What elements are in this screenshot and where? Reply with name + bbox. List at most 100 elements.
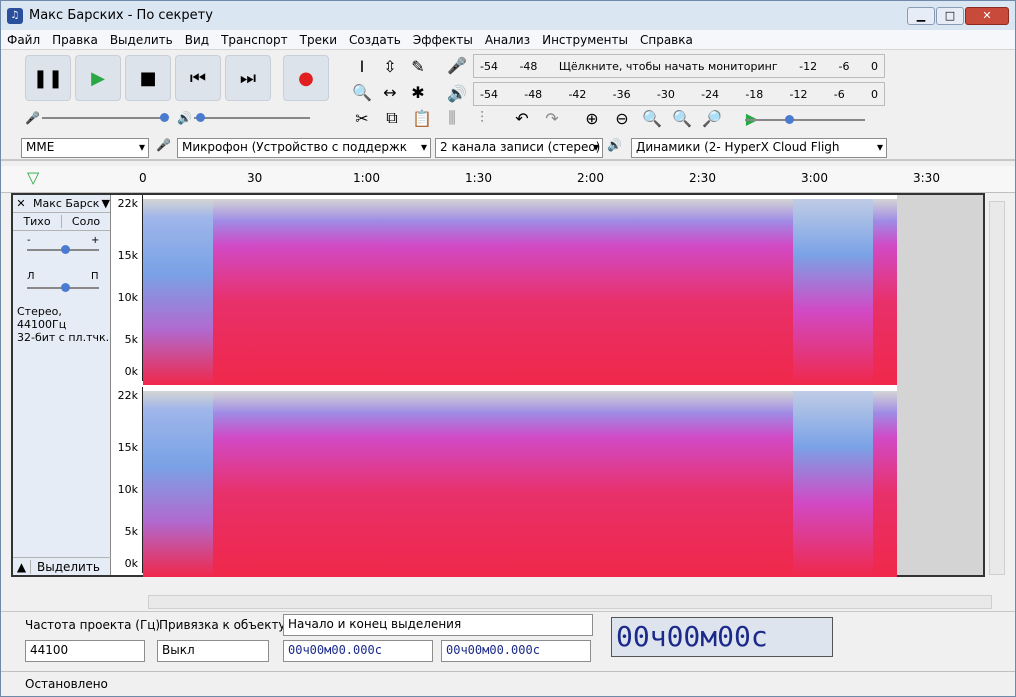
gain-slider[interactable]: - +: [13, 231, 110, 271]
spectrogram-left[interactable]: [143, 199, 897, 385]
meter-tick: 0: [870, 87, 878, 101]
meter-tick: -54: [480, 87, 498, 101]
meter-tick: -12: [789, 87, 808, 101]
record-meter[interactable]: -54 -48 Щёлкните, чтобы начать мониторин…: [473, 54, 885, 78]
timeline-label: 1:00: [353, 171, 380, 185]
axis-label: 15k: [117, 441, 138, 454]
track-name-menu[interactable]: Макс Барск: [29, 197, 102, 210]
trim-icon[interactable]: ⫼: [439, 106, 465, 130]
track-format: Стерео, 44100Гц: [17, 305, 67, 331]
speaker-volume-icon: 🔊: [177, 111, 192, 125]
timeline-ruler[interactable]: ▽ 0 30 1:00 1:30 2:00 2:30 3:00 3:30: [1, 166, 1015, 193]
axis-label: 10k: [117, 483, 138, 496]
menu-effects[interactable]: Эффекты: [413, 33, 473, 47]
fit-project-icon[interactable]: 🔍: [669, 106, 695, 130]
select-label: Выделить: [37, 559, 100, 574]
horizontal-scrollbar[interactable]: [148, 595, 992, 609]
recording-device-select[interactable]: Микрофон (Устройство с поддержк: [177, 138, 431, 158]
maximize-button[interactable]: □: [936, 6, 964, 25]
collapse-icon[interactable]: ▲: [13, 559, 31, 574]
audacity-icon: ♫: [7, 7, 23, 24]
selection-mode-select[interactable]: Начало и конец выделения: [283, 614, 593, 636]
meter-tick: 0: [870, 59, 878, 73]
track-area[interactable]: ✕ Макс Барск ▼ Тихо Соло - + Л П Стерео,…: [11, 193, 985, 577]
zoom-toggle-icon[interactable]: 🔎: [699, 106, 725, 130]
gain-minus-label: -: [27, 235, 31, 246]
mic-volume-icon: 🎤: [25, 111, 40, 125]
pan-slider[interactable]: Л П: [13, 271, 110, 305]
meter-tick: -48: [519, 59, 538, 73]
audio-host-select[interactable]: MME: [21, 138, 149, 158]
axis-label: 5k: [124, 333, 138, 346]
menu-tracks[interactable]: Треки: [300, 33, 337, 47]
playback-meter[interactable]: -54 -48 -42 -36 -30 -24 -18 -12 -6 0: [473, 82, 885, 106]
record-button[interactable]: ●: [283, 55, 329, 101]
fit-selection-icon[interactable]: 🔍: [639, 106, 665, 130]
selection-end-time[interactable]: 00ч00м00.000с: [441, 640, 591, 662]
channels-select[interactable]: 2 канала записи (стерео): [435, 138, 603, 158]
meter-tick: -24: [701, 87, 720, 101]
draw-tool-icon[interactable]: ✎: [405, 54, 431, 78]
copy-icon[interactable]: ⧉: [379, 106, 405, 130]
menu-tools[interactable]: Инструменты: [542, 33, 628, 47]
axis-label: 0k: [124, 365, 138, 378]
snap-select[interactable]: Выкл: [157, 640, 269, 662]
undo-icon[interactable]: ↶: [509, 106, 535, 130]
stop-button[interactable]: ■: [125, 55, 171, 101]
minimize-button[interactable]: ▁: [907, 6, 935, 25]
pause-button[interactable]: ❚❚: [25, 55, 71, 101]
record-mic-icon[interactable]: 🎤: [447, 56, 467, 75]
zoom-in-icon[interactable]: ⊕: [579, 106, 605, 130]
zoom-out-icon[interactable]: ⊖: [609, 106, 635, 130]
meter-tick: -6: [838, 59, 850, 73]
track-select-button[interactable]: ▲ Выделить: [13, 557, 111, 575]
menu-select[interactable]: Выделить: [110, 33, 173, 47]
mute-button[interactable]: Тихо: [13, 215, 62, 228]
menu-analyze[interactable]: Анализ: [485, 33, 530, 47]
audio-position-clock[interactable]: 00ч00м00с: [611, 617, 833, 657]
menu-bar: Файл Правка Выделить Вид Транспорт Треки…: [1, 30, 1015, 50]
menu-transport[interactable]: Транспорт: [221, 33, 288, 47]
skip-end-button[interactable]: ⏭: [225, 55, 271, 101]
skip-start-button[interactable]: ⏮: [175, 55, 221, 101]
solo-button[interactable]: Соло: [62, 215, 110, 228]
timeline-play-marker-icon[interactable]: ▽: [27, 168, 39, 187]
pan-left-label: Л: [27, 271, 35, 282]
timeshift-tool-icon[interactable]: ↔: [377, 80, 403, 104]
playback-speaker-icon[interactable]: 🔊: [447, 84, 467, 103]
meter-tick: -36: [612, 87, 631, 101]
axis-label: 10k: [117, 291, 138, 304]
menu-view[interactable]: Вид: [185, 33, 209, 47]
snap-label: Привязка к объекту: [159, 618, 286, 632]
track-bitdepth: 32-бит с пл.тчк.: [17, 331, 110, 344]
window-title: Макс Барских - По секрету: [29, 8, 213, 23]
project-rate-select[interactable]: 44100: [25, 640, 145, 662]
close-button[interactable]: ✕: [965, 6, 1009, 25]
selection-tool-icon[interactable]: Ⅰ: [349, 54, 375, 78]
vertical-scrollbar[interactable]: [989, 201, 1005, 575]
axis-label: 22k: [117, 197, 138, 210]
paste-icon[interactable]: 📋: [409, 106, 435, 130]
menu-file[interactable]: Файл: [7, 33, 40, 47]
cut-icon[interactable]: ✂: [349, 106, 375, 130]
meter-tick: -6: [833, 87, 845, 101]
menu-generate[interactable]: Создать: [349, 33, 401, 47]
selection-start-time[interactable]: 00ч00м00.000с: [283, 640, 433, 662]
playback-device-select[interactable]: Динамики (2- HyperX Cloud Fligh: [631, 138, 887, 158]
menu-edit[interactable]: Правка: [52, 33, 98, 47]
gain-plus-label: +: [91, 235, 100, 246]
track-menu-chevron-icon[interactable]: ▼: [102, 197, 110, 210]
zoom-tool-icon[interactable]: 🔍: [349, 80, 375, 104]
envelope-tool-icon[interactable]: ⇳: [377, 54, 403, 78]
redo-icon[interactable]: ↷: [539, 106, 565, 130]
menu-help[interactable]: Справка: [640, 33, 693, 47]
play-button[interactable]: ▶: [75, 55, 121, 101]
timeline-label: 2:30: [689, 171, 716, 185]
silence-icon[interactable]: ⫶: [469, 106, 495, 130]
track-close-icon[interactable]: ✕: [13, 197, 29, 210]
multi-tool-icon[interactable]: ✱: [405, 80, 431, 104]
spectrogram-right[interactable]: [143, 391, 897, 577]
meter-tick: -54: [480, 59, 498, 73]
device-toolbar: MME 🎤 Микрофон (Устройство с поддержк 2 …: [1, 135, 1015, 161]
axis-label: 22k: [117, 389, 138, 402]
